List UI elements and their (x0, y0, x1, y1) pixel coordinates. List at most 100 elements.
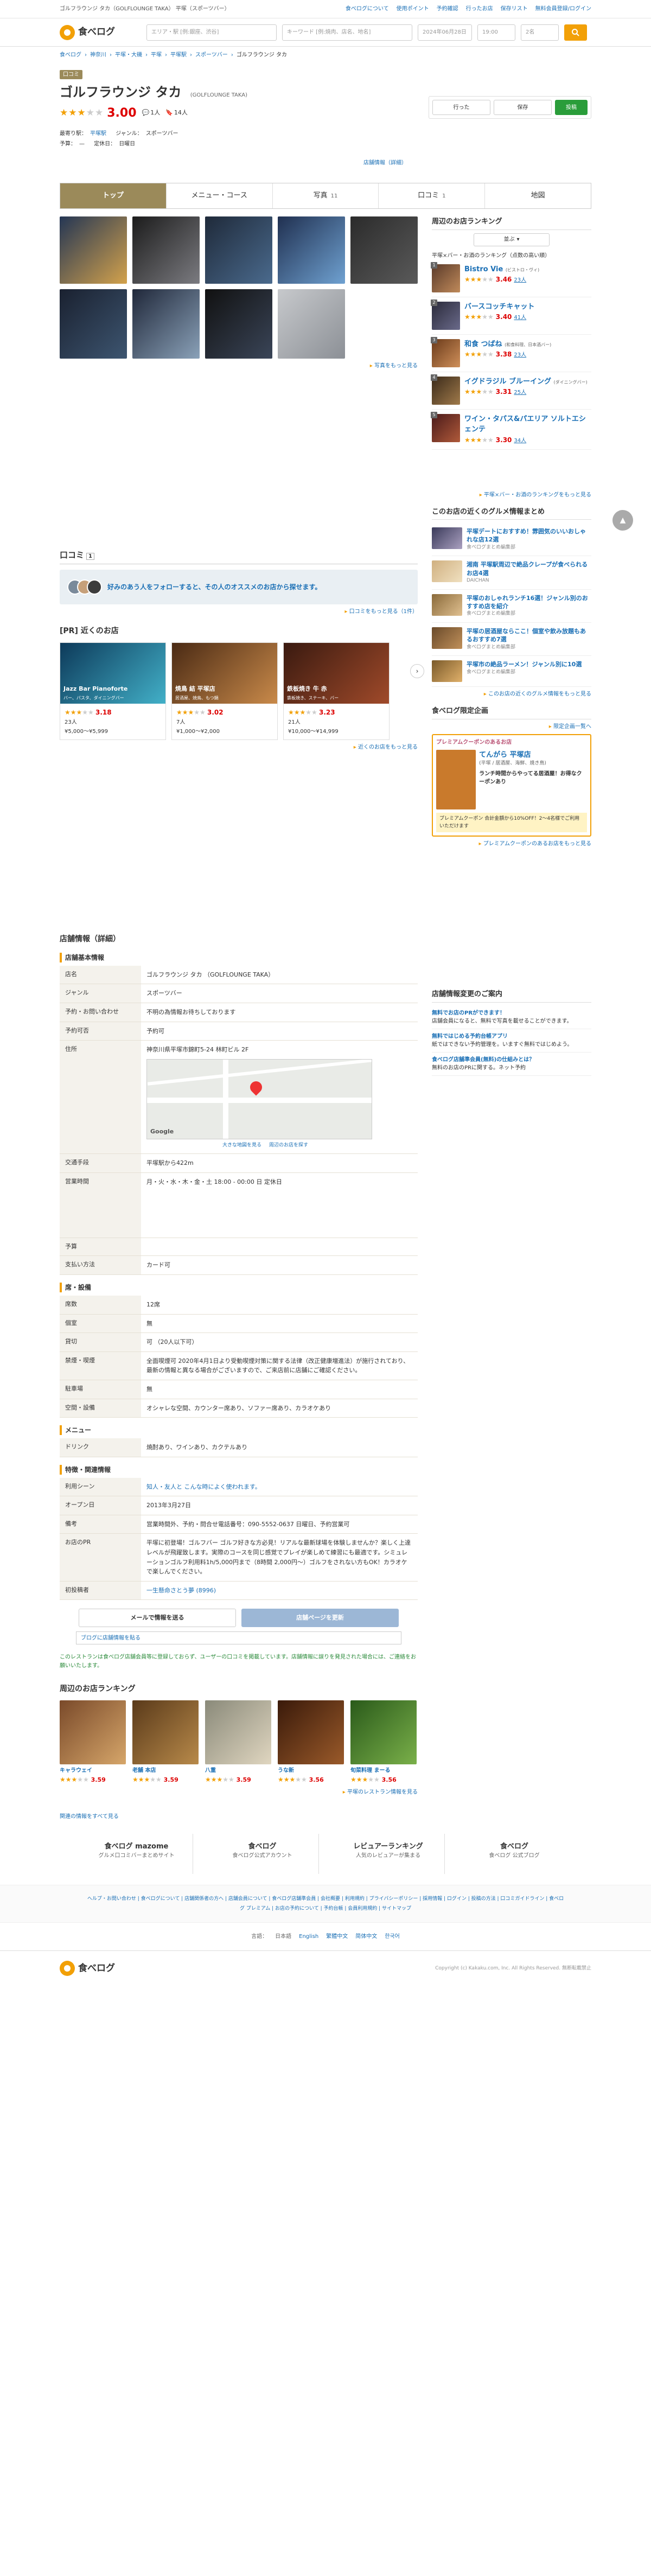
went-button[interactable]: 行った (432, 100, 490, 115)
language-option[interactable]: 繁體中文 (326, 1933, 348, 1941)
coupon-card[interactable]: プレミアムクーポンのあるお店 てんがら 平塚店 (平塚 / 居酒屋、海鮮、焼き鳥… (432, 734, 591, 837)
language-option[interactable]: 日本語 (275, 1933, 291, 1941)
edit-store-button[interactable]: 店舗ページを更新 (241, 1609, 399, 1628)
footer-banner[interactable]: 食べログ 食べログ公式アカウント (206, 1833, 319, 1874)
keyword-search-input[interactable]: キーワード [例:焼肉、店名、地名] (282, 24, 412, 41)
ranking-sort-select[interactable]: 並ぶ ▾ (474, 233, 550, 246)
pr-card[interactable]: Jazz Bar Pianoforte バー、パスタ、ダイニングバー ★★★★★ … (60, 642, 166, 740)
nearby-more-link[interactable]: 平塚のレストラン情報を見る (60, 1788, 418, 1796)
content-area: 写真をもっと見る 口コミ1 好みのあう人をフォローすると、その人のオススメのお店… (0, 205, 651, 1821)
logo-icon (60, 24, 75, 40)
map-nearby-link[interactable]: 周辺のお店を探す (269, 1142, 308, 1149)
date-select[interactable]: 2024年06月28日 (418, 24, 472, 41)
nearby-card[interactable]: キャラウェイ ★★★★★ 3.59 (60, 1700, 126, 1785)
search-button[interactable] (564, 24, 587, 41)
tab-reviews[interactable]: 口コミ 1 (379, 183, 486, 208)
pr-card[interactable]: 鉄板焼き 牛 赤鉄板焼き、ステーキ、バー ★★★★★ 3.23 21人 ¥10,00… (283, 642, 390, 740)
ranking-item[interactable]: 3 和食 つばね (和食料理、日本酒バー) ★★★★★ 3.38 23人 (431, 335, 591, 372)
people-select[interactable]: 2名 (521, 24, 559, 41)
tab-photos[interactable]: 写真 11 (273, 183, 379, 208)
language-option[interactable]: English (299, 1933, 318, 1941)
coupon-more-link[interactable]: プレミアムクーポンのあるお店をもっと見る (432, 840, 591, 848)
table-row: ジャンル スポーツバー (60, 984, 418, 1004)
photo-thumb[interactable] (278, 216, 345, 284)
photo-thumb[interactable] (205, 216, 272, 284)
top-link-saved[interactable]: 保存リスト (501, 5, 528, 13)
avatar (87, 579, 102, 595)
info-title: 店舗情報（詳細） (60, 934, 120, 943)
footer-banner[interactable]: 食べログ mazome グルメ口コミバーまとめサイト (80, 1833, 193, 1874)
ranking-item[interactable]: 4 イグドラジル ブルーイング (ダイニングバー) ★★★★★ 3.31 25人 (431, 372, 591, 410)
ranking-item[interactable]: 2 バースコッチキャット ★★★★★ 3.40 41人 (431, 297, 591, 335)
update-item[interactable]: 無料ではじめる予約台帳アプリ 紙ではできない予約管理を。いますぐ無料ではじめよう。 (432, 1029, 591, 1053)
ranking-more-link[interactable]: 平塚×バー・お酒のランキングをもっと見る (432, 491, 591, 499)
ranking-item[interactable]: 5 ワイン・タパス&パエリア ソルトエシェンテ ★★★★★ 3.30 34人 (431, 410, 591, 450)
scroll-to-top-button[interactable]: ▲ (612, 510, 633, 531)
top-link-reservations[interactable]: 予約確認 (437, 5, 458, 13)
save-button[interactable]: 保存 (494, 100, 552, 115)
footer-logo-text: 食べログ (78, 1962, 115, 1974)
language-option[interactable]: 한국어 (385, 1933, 400, 1941)
language-option[interactable]: 简体中文 (355, 1933, 377, 1941)
breadcrumb-item[interactable]: 神奈川 (90, 51, 106, 59)
article-item[interactable]: 平塚市の絶品ラーメン！ジャンル別に10選 食べログまとめ編集部 (432, 656, 591, 687)
top-link-login[interactable]: 無料会員登録/ログイン (535, 5, 591, 13)
nearby-card[interactable]: 旬菜料理 まーる ★★★★★ 3.56 (350, 1700, 417, 1785)
top-link-visited[interactable]: 行ったお店 (466, 5, 493, 13)
breadcrumb-item[interactable]: 平塚・大磯 (115, 51, 142, 59)
photos-more-link[interactable]: 写真をもっと見る (60, 362, 418, 370)
tab-map[interactable]: 地図 (485, 183, 591, 208)
article-item[interactable]: 平塚の居酒屋ならここ！個室や飲み放題もあるおすすめ7選 食べログまとめ編集部 (432, 623, 591, 656)
photo-thumb[interactable] (205, 289, 272, 359)
post-button[interactable]: 投稿 (555, 100, 588, 115)
footer-links[interactable]: ヘルプ・お問い合わせ | 食べログについて | 店舗関係者の方へ | 店舗会員に… (0, 1884, 651, 1923)
pr-more-link[interactable]: 近くのお店をもっと見る (60, 743, 418, 751)
limited-more-link[interactable]: 限定企画一覧へ (432, 723, 591, 731)
carousel-next-button[interactable]: › (410, 664, 424, 678)
nearby-card[interactable]: 老舗 本店 ★★★★★ 3.59 (132, 1700, 199, 1785)
notice-text: このレストランは食べログ店舗会員等に登録しておらず、ユーザーの口コミを掲載してい… (60, 1654, 416, 1669)
coupon-heading: プレミアムクーポンのあるお店 (436, 739, 512, 745)
top-link-points[interactable]: 使用ポイント (397, 5, 429, 13)
tab-menu[interactable]: メニュー・コース (167, 183, 273, 208)
review-count[interactable]: 1人 (150, 109, 160, 118)
photo-thumb[interactable] (132, 216, 200, 284)
breadcrumb-item[interactable]: 平塚駅 (170, 51, 187, 59)
nearby-card[interactable]: 八重 ★★★★★ 3.59 (205, 1700, 271, 1785)
nearest-station[interactable]: 平塚駅 (90, 131, 106, 137)
pr-card[interactable]: 焼鳥 結 平塚店 居酒屋、焼鳥、もつ鍋 ★★★★★ 3.02 7人 ¥1,000～¥2… (171, 642, 278, 740)
article-item[interactable]: 平塚デートにおすすめ！雰囲気のいいおしゃれな店12選 食べログまとめ編集部 (432, 523, 591, 557)
breadcrumb-item[interactable]: 食べログ (60, 51, 81, 59)
articles-more-link[interactable]: このお店の近くのグルメ情報をもっと見る (432, 690, 591, 698)
ranking-item[interactable]: 1 Bistro Vie (ビストロ・ヴィ) ★★★★★ 3.46 23人 (431, 260, 591, 297)
photo-thumb[interactable] (60, 289, 127, 359)
footer-logo[interactable]: 食べログ (60, 1961, 141, 1976)
all-info-link[interactable]: 関連の情報をすべて見る (60, 1813, 418, 1821)
reviews-more-link[interactable]: 口コミをもっと見る（1件） (60, 608, 418, 616)
article-item[interactable]: 湘南 平塚駅周辺で絶品クレープが食べられるお店4選 DAICHAN (432, 556, 591, 590)
nearby-card[interactable]: うな新 ★★★★★ 3.56 (278, 1700, 344, 1785)
follow-suggestion[interactable]: 好みのあう人をフォローすると、その人のオススメのお店から探せます。 (60, 569, 418, 604)
time-select[interactable]: 19:00 (477, 24, 515, 41)
footer-banner[interactable]: 食べログ 食べログ 公式ブログ (458, 1834, 571, 1874)
footer-banner[interactable]: レビュアーランキング 人気のレビュアーが集まる (332, 1833, 445, 1874)
mail-info-button[interactable]: メールで情報を送る (79, 1609, 236, 1628)
site-logo[interactable]: 食べログ (60, 24, 141, 40)
update-item[interactable]: 食べログ店舗準会員(無料)の仕組みとは？ 無料のお店のPRに関する。ネット予約 (432, 1053, 591, 1076)
article-item[interactable]: 平塚のおしゃれランチ16選！ジャンル別のおすすめ店を紹介 食べログまとめ編集部 (432, 590, 591, 623)
photo-thumb[interactable] (60, 216, 127, 284)
photo-thumb[interactable] (132, 289, 200, 359)
breadcrumb-item[interactable]: スポーツバー (195, 51, 228, 59)
tab-top[interactable]: トップ (60, 183, 167, 208)
map[interactable]: Google (146, 1059, 372, 1139)
save-count[interactable]: 14人 (174, 109, 188, 118)
photo-thumb[interactable] (350, 216, 418, 284)
top-link-about[interactable]: 食べログについて (346, 5, 389, 13)
area-search-input[interactable]: エリア・駅 [例:銀座、渋谷] (146, 24, 277, 41)
store-detail-link[interactable]: 店舗情報（詳細） (363, 159, 407, 167)
breadcrumb-item[interactable]: 平塚 (151, 51, 162, 59)
blog-embed-link[interactable]: ブログに店舗情報を貼る (76, 1631, 401, 1645)
photo-thumb[interactable] (278, 289, 345, 359)
map-large-link[interactable]: 大きな地図を見る (222, 1142, 261, 1149)
update-item[interactable]: 無料でお店のPRができます！ 店舗会員になると、無料で写真を載せることができます。 (432, 1006, 591, 1029)
